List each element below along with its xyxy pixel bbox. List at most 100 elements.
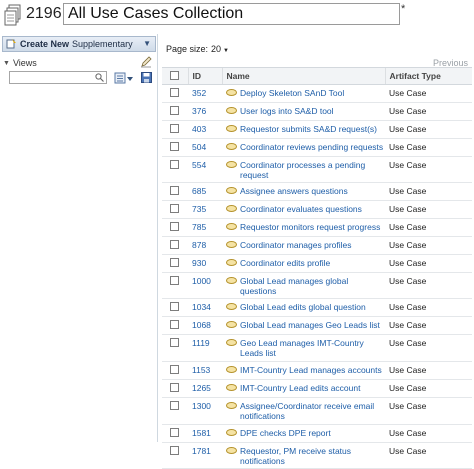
- row-checkbox[interactable]: [170, 88, 179, 97]
- row-id-link[interactable]: 554: [192, 160, 206, 170]
- row-checkbox[interactable]: [170, 222, 179, 231]
- row-name-link[interactable]: Deploy Skeleton SAnD Tool: [240, 88, 344, 98]
- table-row[interactable]: 1300 Assignee/Coordinator receive email n…: [162, 397, 472, 425]
- table-row[interactable]: 376 User logs into SA&D tool Use Case: [162, 102, 472, 121]
- row-select-cell[interactable]: [162, 102, 188, 121]
- row-select-cell[interactable]: [162, 254, 188, 273]
- chevron-down-icon[interactable]: ▼: [223, 48, 229, 54]
- row-id-link[interactable]: 403: [192, 124, 206, 134]
- table-row[interactable]: 1034 Global Lead edits global question Use…: [162, 298, 472, 317]
- row-select-cell[interactable]: [162, 182, 188, 201]
- view-options-icon[interactable]: [114, 72, 134, 84]
- row-select-cell[interactable]: [162, 316, 188, 335]
- search-icon[interactable]: [95, 73, 104, 82]
- row-id-link[interactable]: 878: [192, 240, 206, 250]
- row-id-link[interactable]: 504: [192, 142, 206, 152]
- chevron-down-icon[interactable]: ▼: [143, 39, 151, 48]
- row-name-link[interactable]: Global Lead manages global questions: [240, 276, 385, 296]
- row-checkbox[interactable]: [170, 446, 179, 455]
- row-name-link[interactable]: Assignee answers questions: [240, 186, 348, 196]
- row-checkbox[interactable]: [170, 383, 179, 392]
- row-select-cell[interactable]: [162, 200, 188, 219]
- row-checkbox[interactable]: [170, 240, 179, 249]
- row-select-cell[interactable]: [162, 334, 188, 362]
- views-section-header[interactable]: ▼ Views: [0, 56, 158, 70]
- artifact-title-input[interactable]: [63, 3, 400, 25]
- row-name-link[interactable]: Requestor, PM receive status notificatio…: [240, 446, 385, 466]
- row-id-link[interactable]: 1153: [192, 365, 210, 375]
- table-row[interactable]: 685 Assignee answers questions Use Case: [162, 182, 472, 201]
- table-row[interactable]: 1153 IMT-Country Lead manages accounts Use…: [162, 361, 472, 380]
- column-header-name[interactable]: Name: [221, 67, 385, 85]
- row-select-cell[interactable]: [162, 272, 188, 299]
- table-row[interactable]: 1581 DPE checks DPE report Use Case: [162, 424, 472, 443]
- row-select-cell[interactable]: [162, 361, 188, 380]
- row-id-link[interactable]: 930: [192, 258, 206, 268]
- row-id-link[interactable]: 1000: [192, 276, 211, 286]
- row-checkbox[interactable]: [170, 106, 179, 115]
- row-checkbox[interactable]: [170, 186, 179, 195]
- row-checkbox[interactable]: [170, 160, 179, 169]
- row-checkbox[interactable]: [170, 338, 179, 347]
- row-id-link[interactable]: 1265: [192, 383, 211, 393]
- row-name-link[interactable]: Coordinator evaluates questions: [240, 204, 362, 214]
- row-name-link[interactable]: IMT-Country Lead edits account: [240, 383, 360, 393]
- table-row[interactable]: 352 Deploy Skeleton SAnD Tool Use Case: [162, 84, 472, 103]
- row-id-link[interactable]: 1068: [192, 320, 211, 330]
- row-checkbox[interactable]: [170, 302, 179, 311]
- table-row[interactable]: 878 Coordinator manages profiles Use Case: [162, 236, 472, 255]
- row-name-link[interactable]: Coordinator reviews pending requests: [240, 142, 383, 152]
- row-checkbox[interactable]: [170, 365, 179, 374]
- row-name-link[interactable]: Assignee/Coordinator receive email notif…: [240, 401, 385, 421]
- save-icon[interactable]: [141, 72, 152, 83]
- table-row[interactable]: 504 Coordinator reviews pending requests U…: [162, 138, 472, 157]
- row-checkbox[interactable]: [170, 320, 179, 329]
- row-id-link[interactable]: 785: [192, 222, 206, 232]
- column-header-type[interactable]: Artifact Type: [384, 67, 472, 85]
- table-row[interactable]: 1781 Requestor, PM receive status notific…: [162, 442, 472, 469]
- row-checkbox[interactable]: [170, 428, 179, 437]
- row-id-link[interactable]: 735: [192, 204, 206, 214]
- row-name-link[interactable]: Global Lead manages Geo Leads list: [240, 320, 380, 330]
- table-row[interactable]: 1119 Geo Lead manages IMT-Country Leads l…: [162, 334, 472, 362]
- row-select-cell[interactable]: [162, 442, 188, 469]
- row-select-cell[interactable]: [162, 379, 188, 398]
- row-name-link[interactable]: Global Lead edits global question: [240, 302, 366, 312]
- row-name-link[interactable]: DPE checks DPE report: [240, 428, 331, 438]
- table-row[interactable]: 1068 Global Lead manages Geo Leads list Us…: [162, 316, 472, 335]
- row-select-cell[interactable]: [162, 138, 188, 157]
- row-checkbox[interactable]: [170, 401, 179, 410]
- collapse-triangle-icon[interactable]: ▼: [3, 60, 10, 67]
- row-id-link[interactable]: 1300: [192, 401, 211, 411]
- select-all-checkbox[interactable]: [170, 70, 179, 80]
- table-row[interactable]: 1265 IMT-Country Lead edits account Use Ca…: [162, 379, 472, 398]
- row-select-cell[interactable]: [162, 298, 188, 317]
- row-select-cell[interactable]: [162, 84, 188, 103]
- row-checkbox[interactable]: [170, 124, 179, 133]
- row-checkbox[interactable]: [170, 204, 179, 213]
- row-name-link[interactable]: User logs into SA&D tool: [240, 106, 334, 116]
- row-name-link[interactable]: Requestor submits SA&D request(s): [240, 124, 377, 134]
- select-all-header[interactable]: [162, 67, 188, 85]
- row-id-link[interactable]: 352: [192, 88, 206, 98]
- row-checkbox[interactable]: [170, 258, 179, 267]
- row-name-link[interactable]: Coordinator manages profiles: [240, 240, 352, 250]
- row-select-cell[interactable]: [162, 218, 188, 237]
- row-id-link[interactable]: 685: [192, 186, 206, 196]
- table-row[interactable]: 403 Requestor submits SA&D request(s) Use …: [162, 120, 472, 139]
- column-header-id[interactable]: ID: [187, 67, 222, 85]
- table-row[interactable]: 930 Coordinator edits profile Use Case: [162, 254, 472, 273]
- row-select-cell[interactable]: [162, 424, 188, 443]
- table-row[interactable]: 554 Coordinator processes a pending reque…: [162, 156, 472, 183]
- row-select-cell[interactable]: [162, 156, 188, 183]
- row-name-link[interactable]: Geo Lead manages IMT-Country Leads list: [240, 338, 385, 358]
- row-select-cell[interactable]: [162, 236, 188, 255]
- row-id-link[interactable]: 1781: [192, 446, 211, 456]
- views-search-input[interactable]: [9, 71, 107, 84]
- table-row[interactable]: 785 Requestor monitors request progress Us…: [162, 218, 472, 237]
- row-checkbox[interactable]: [170, 276, 179, 285]
- row-name-link[interactable]: Coordinator processes a pending request: [240, 160, 385, 180]
- row-select-cell[interactable]: [162, 397, 188, 425]
- pencil-icon[interactable]: [140, 56, 152, 68]
- row-name-link[interactable]: Coordinator edits profile: [240, 258, 330, 268]
